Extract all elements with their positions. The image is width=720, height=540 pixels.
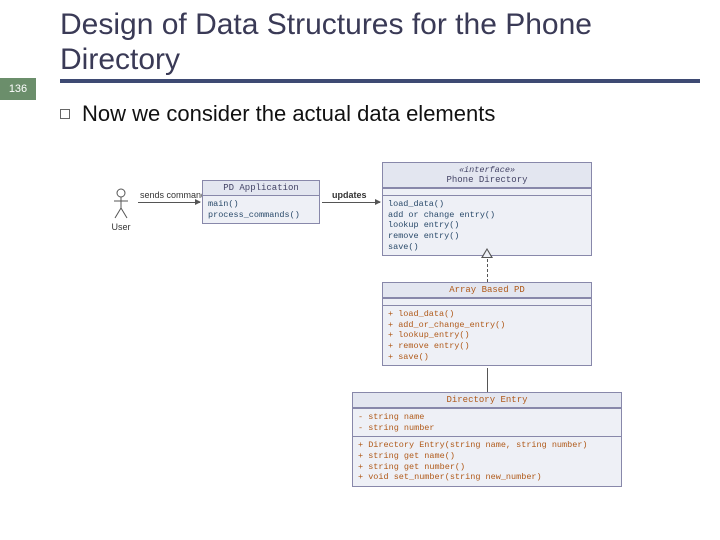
bullet-icon <box>60 109 70 119</box>
op: + string get number() <box>358 462 616 473</box>
stereotype: «interface» <box>387 165 587 175</box>
class-ops: main() process_commands() <box>203 196 319 223</box>
uml-diagram: User sends command PD Application main()… <box>90 152 650 522</box>
class-ops: load_data() add or change entry() lookup… <box>383 195 591 255</box>
attr: - string name <box>358 412 616 423</box>
class-name: Directory Entry <box>353 393 621 408</box>
arrow-sends-command <box>138 202 200 203</box>
op: process_commands() <box>208 210 314 221</box>
op: + void set_number(string new_number) <box>358 472 616 483</box>
realization-arrowhead-icon <box>481 248 493 258</box>
class-name: PD Application <box>203 181 319 196</box>
bullet-item: Now we consider the actual data elements <box>0 83 720 127</box>
class-directory-entry: Directory Entry - string name - string n… <box>352 392 622 487</box>
page-number-badge: 136 <box>0 78 36 100</box>
op: load_data() <box>388 199 586 210</box>
class-array-based-pd: Array Based PD + load_data() + add_or_ch… <box>382 282 592 366</box>
attr: - string number <box>358 423 616 434</box>
op: + save() <box>388 352 586 363</box>
op: + remove entry() <box>388 341 586 352</box>
person-icon <box>113 188 129 220</box>
op: remove entry() <box>388 231 586 242</box>
arrow-label-2: updates <box>332 190 367 200</box>
op: + Directory Entry(string name, string nu… <box>358 440 616 451</box>
arrow-label-1: sends command <box>140 190 206 200</box>
op: + string get name() <box>358 451 616 462</box>
empty-compartment <box>383 298 591 305</box>
actor-label: User <box>104 222 138 232</box>
class-attrs: - string name - string number <box>353 408 621 436</box>
class-ops: + load_data() + add_or_change_entry() + … <box>383 305 591 365</box>
class-name: Array Based PD <box>383 283 591 298</box>
class-name: «interface» Phone Directory <box>383 163 591 188</box>
uml-actor: User <box>104 188 138 232</box>
class-ops: + Directory Entry(string name, string nu… <box>353 436 621 486</box>
op: main() <box>208 199 314 210</box>
slide: Design of Data Structures for the Phone … <box>0 0 720 540</box>
op: add or change entry() <box>388 210 586 221</box>
class-pd-application: PD Application main() process_commands() <box>202 180 320 224</box>
association-line <box>487 368 488 392</box>
empty-compartment <box>383 188 591 195</box>
op: + load_data() <box>388 309 586 320</box>
interface-name: Phone Directory <box>446 175 527 185</box>
op: + lookup_entry() <box>388 330 586 341</box>
bullet-text: Now we consider the actual data elements <box>82 101 495 127</box>
interface-phone-directory: «interface» Phone Directory load_data() … <box>382 162 592 256</box>
op: lookup entry() <box>388 220 586 231</box>
slide-title: Design of Data Structures for the Phone … <box>0 0 720 77</box>
op: + add_or_change_entry() <box>388 320 586 331</box>
realization-line <box>487 254 488 282</box>
arrow-updates <box>322 202 380 203</box>
